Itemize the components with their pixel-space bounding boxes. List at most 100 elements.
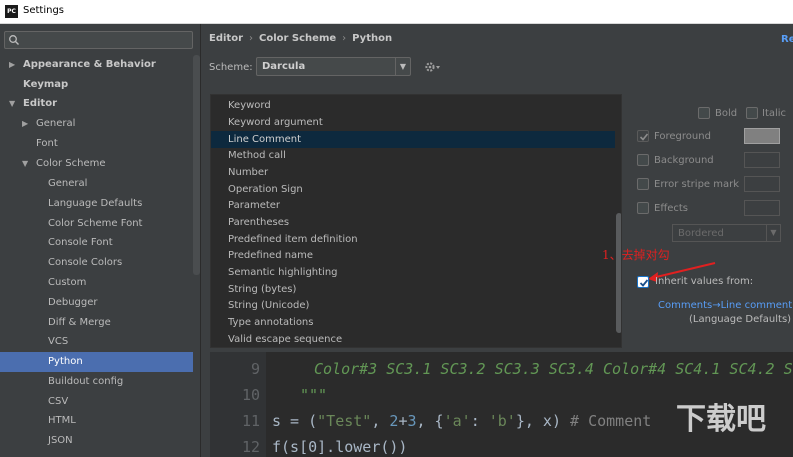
foreground-label: Foreground [654,131,711,142]
effects-type-select[interactable]: Bordered ▼ [672,224,781,242]
sidebar-item-cs-general[interactable]: General [0,174,193,194]
sidebar-item-json[interactable]: JSON [0,431,193,451]
search-input[interactable] [4,31,193,49]
gear-icon[interactable] [424,60,442,74]
sidebar-item-label: Diff & Merge [48,317,111,328]
italic-label: Italic [762,108,787,119]
error-stripe-checkbox[interactable] [637,178,649,190]
inherit-checkbox[interactable] [637,276,649,288]
code-text: """ [300,386,328,404]
settings-sidebar: ▶ Appearance & Behavior Keymap ▼ Editor … [0,24,201,457]
chevron-right-icon: › [342,33,347,44]
list-item[interactable]: Type annotations [211,314,615,331]
sidebar-item-vcs[interactable]: VCS [0,332,193,352]
scheme-value: Darcula [262,61,306,72]
chevron-right-icon: ▶ [9,60,16,69]
sidebar-item-debugger[interactable]: Debugger [0,293,193,313]
background-color-swatch[interactable] [744,152,780,168]
checkmark-icon [639,133,649,141]
watermark-logo: 下载吧 [676,402,766,437]
sidebar-item-python[interactable]: Python [0,352,193,372]
sidebar-item-buildout-config[interactable]: Buildout config [0,372,193,392]
sidebar-item-appearance-behavior[interactable]: ▶ Appearance & Behavior [0,55,193,75]
list-item[interactable]: Predefined item definition [211,231,615,248]
sidebar-item-label: Console Font [48,237,113,248]
error-stripe-color-swatch[interactable] [744,176,780,192]
list-item[interactable]: Method call [211,147,615,164]
list-item[interactable]: String (bytes) [211,281,615,298]
sidebar-item-general[interactable]: ▶ General [0,114,193,134]
line-number: 9 [250,360,260,378]
list-item[interactable]: Predefined name [211,247,615,264]
error-stripe-label: Error stripe mark [654,179,740,190]
sidebar-item-custom[interactable]: Custom [0,273,193,293]
list-item[interactable]: Parameter [211,197,615,214]
pycharm-app-icon: PC [5,5,18,18]
background-checkbox[interactable] [637,154,649,166]
sidebar-item-label: Debugger [48,297,98,308]
code-text: Color#3 SC3.1 SC3.2 SC3.3 SC3.4 Color#4 … [314,360,793,378]
sidebar-item-label: Color Scheme Font [48,218,143,229]
inherit-source-scope: (Language Defaults) [689,314,792,325]
inherit-source-link[interactable]: Comments→Line comment [658,300,792,311]
attribute-list[interactable]: Keyword Keyword argument Line Comment Me… [210,94,622,348]
list-scrollbar-thumb[interactable] [616,213,621,333]
title-bar: PC Settings [0,0,793,24]
line-number: 12 [241,438,260,456]
list-item[interactable]: Operation Sign [211,181,615,198]
sidebar-item-language-defaults[interactable]: Language Defaults [0,194,193,214]
list-item[interactable]: Parentheses [211,214,615,231]
sidebar-item-console-font[interactable]: Console Font [0,233,193,253]
list-item[interactable]: String (Unicode) [211,297,615,314]
sidebar-item-label: JSON [48,435,73,446]
sidebar-item-html[interactable]: HTML [0,411,193,431]
line-number: 10 [241,386,260,404]
sidebar-item-label: CSV [48,396,69,407]
list-item[interactable]: Valid escape sequence [211,331,615,347]
list-item-selected[interactable]: Line Comment [211,131,615,148]
code-text: s = ("Test", 2+3, {'a': 'b'}, x) # Comme… [272,412,652,430]
sidebar-item-label: Console Colors [48,257,123,268]
sidebar-item-diff-merge[interactable]: Diff & Merge [0,313,193,333]
list-item[interactable]: Number [211,164,615,181]
sidebar-scrollbar[interactable] [193,55,200,275]
chevron-right-icon: › [249,33,253,44]
sidebar-item-console-colors[interactable]: Console Colors [0,253,193,273]
sidebar-item-label: Appearance & Behavior [23,59,156,70]
list-item[interactable]: Keyword argument [211,114,615,131]
sidebar-item-font[interactable]: Font [0,134,193,154]
sidebar-item-label: Custom [48,277,87,288]
chevron-right-icon: ▶ [22,119,29,128]
sidebar-item-editor[interactable]: ▼ Editor [0,94,193,114]
window-title: Settings [23,5,65,16]
annotation-text: 1、去掉对勾 [602,248,670,262]
foreground-color-swatch[interactable] [744,128,780,144]
scheme-label: Scheme: [209,62,253,73]
chevron-down-icon: ▼ [766,225,780,241]
list-item[interactable]: Semantic highlighting [211,264,615,281]
main-panel: Editor › Color Scheme › Python Re Scheme: Da… [202,24,793,457]
effects-color-swatch[interactable] [744,200,780,216]
italic-checkbox[interactable] [746,107,758,119]
chevron-down-icon: ▼ [9,99,16,108]
scheme-select[interactable]: Darcula ▼ [256,57,411,76]
sidebar-item-label: Keymap [23,79,69,90]
list-scrollbar[interactable] [615,95,621,347]
effects-label: Effects [654,203,688,214]
sidebar-item-label: VCS [48,336,69,347]
sidebar-item-color-scheme[interactable]: ▼ Color Scheme [0,154,193,174]
checkmark-icon [639,279,649,287]
effects-type-value: Bordered [678,228,724,239]
reset-link[interactable]: Re [781,34,793,45]
search-icon [9,35,19,45]
sidebar-item-keymap[interactable]: Keymap [0,75,193,95]
bold-label: Bold [715,108,738,119]
list-item[interactable]: Keyword [211,97,615,114]
sidebar-item-color-scheme-font[interactable]: Color Scheme Font [0,214,193,234]
effects-checkbox[interactable] [637,202,649,214]
sidebar-item-csv[interactable]: CSV [0,392,193,412]
sidebar-item-label: General [36,118,76,129]
bold-checkbox[interactable] [698,107,710,119]
breadcrumb-python: Python [352,33,393,44]
foreground-checkbox[interactable] [637,130,649,142]
